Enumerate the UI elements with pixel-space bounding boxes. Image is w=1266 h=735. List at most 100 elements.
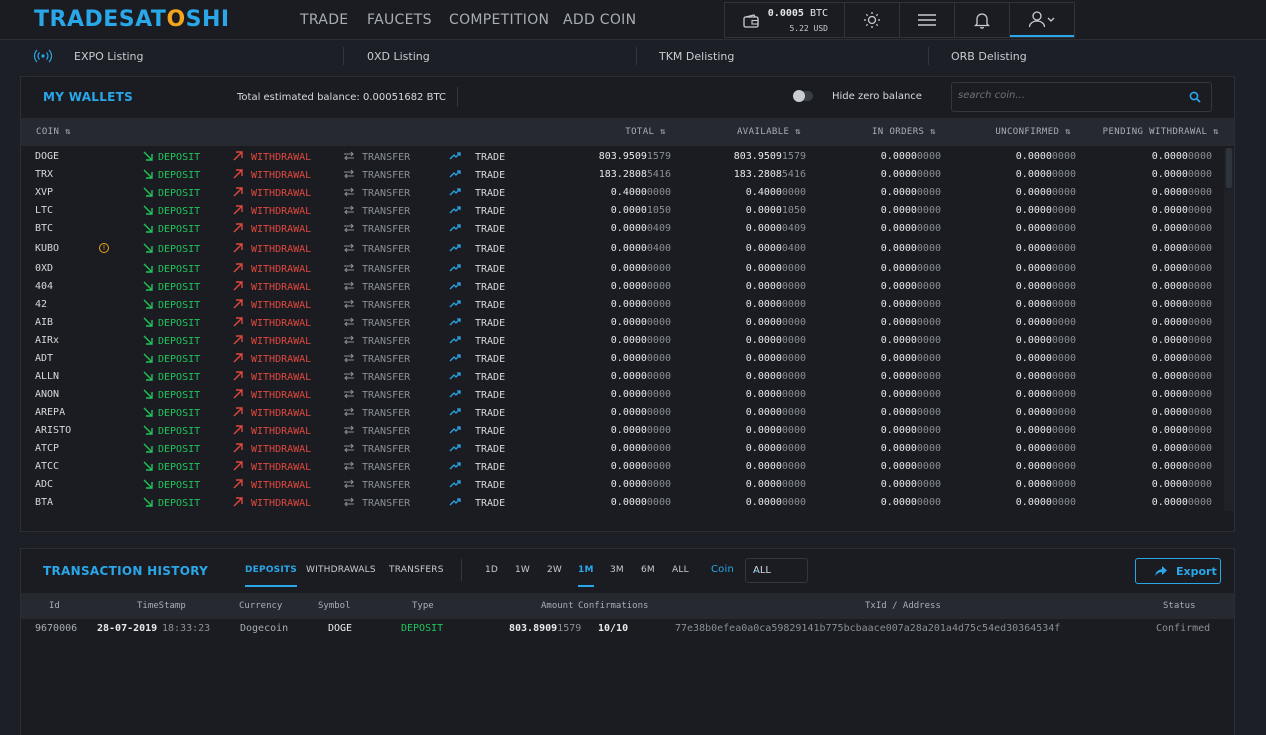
transfer-link[interactable]: TRANSFER [343, 353, 410, 365]
ticker-item-orb[interactable]: ORB Delisting [951, 50, 1027, 63]
balance-button[interactable]: 0.0005 BTC 5.22 USD [725, 3, 845, 37]
trade-link[interactable]: TRADE [449, 263, 505, 275]
deposit-link[interactable]: DEPOSIT [143, 205, 200, 217]
theme-toggle-button[interactable] [845, 3, 900, 37]
period-1w[interactable]: 1W [515, 565, 530, 575]
period-2w[interactable]: 2W [547, 565, 562, 575]
col-coin[interactable]: COIN ⇅ [36, 127, 71, 137]
search-icon[interactable] [1189, 91, 1201, 103]
notifications-button[interactable] [955, 3, 1010, 37]
search-input[interactable] [958, 90, 1178, 101]
deposit-link[interactable]: DEPOSIT [143, 169, 200, 181]
ticker-item-tkm[interactable]: TKM Delisting [659, 50, 734, 63]
withdrawal-link[interactable]: WITHDRAWAL [233, 497, 311, 509]
nav-trade[interactable]: TRADE [300, 12, 348, 28]
transfer-link[interactable]: TRANSFER [343, 407, 410, 419]
deposit-link[interactable]: DEPOSIT [143, 479, 200, 491]
deposit-link[interactable]: DEPOSIT [143, 497, 200, 509]
transfer-link[interactable]: TRANSFER [343, 299, 410, 311]
wallet-scrollbar[interactable] [1224, 148, 1234, 511]
trade-link[interactable]: TRADE [449, 187, 505, 199]
trade-link[interactable]: TRADE [449, 389, 505, 401]
trade-link[interactable]: TRADE [449, 281, 505, 293]
withdrawal-link[interactable]: WITHDRAWAL [233, 299, 311, 311]
deposit-link[interactable]: DEPOSIT [143, 151, 200, 163]
withdrawal-link[interactable]: WITHDRAWAL [233, 151, 311, 163]
withdrawal-link[interactable]: WITHDRAWAL [233, 371, 311, 383]
trade-link[interactable]: TRADE [449, 299, 505, 311]
transfer-link[interactable]: TRANSFER [343, 443, 410, 455]
trade-link[interactable]: TRADE [449, 169, 505, 181]
transfer-link[interactable]: TRANSFER [343, 335, 410, 347]
transfer-link[interactable]: TRANSFER [343, 461, 410, 473]
deposit-link[interactable]: DEPOSIT [143, 263, 200, 275]
scrollbar-thumb[interactable] [1226, 148, 1232, 188]
withdrawal-link[interactable]: WITHDRAWAL [233, 243, 311, 255]
period-3m[interactable]: 3M [610, 565, 624, 575]
deposit-link[interactable]: DEPOSIT [143, 389, 200, 401]
trade-link[interactable]: TRADE [449, 479, 505, 491]
trade-link[interactable]: TRADE [449, 425, 505, 437]
trade-link[interactable]: TRADE [449, 353, 505, 365]
trade-link[interactable]: TRADE [449, 335, 505, 347]
transfer-link[interactable]: TRANSFER [343, 479, 410, 491]
withdrawal-link[interactable]: WITHDRAWAL [233, 479, 311, 491]
deposit-link[interactable]: DEPOSIT [143, 317, 200, 329]
ticker-item-0xd[interactable]: 0XD Listing [367, 50, 430, 63]
deposit-link[interactable]: DEPOSIT [143, 461, 200, 473]
trade-link[interactable]: TRADE [449, 497, 505, 509]
deposit-link[interactable]: DEPOSIT [143, 187, 200, 199]
transfer-link[interactable]: TRANSFER [343, 425, 410, 437]
hide-zero-toggle[interactable] [793, 90, 813, 102]
col-total[interactable]: TOTAL ⇅ [625, 127, 666, 137]
ticker-item-expo[interactable]: EXPO Listing [74, 50, 144, 63]
transfer-link[interactable]: TRANSFER [343, 317, 410, 329]
period-6m[interactable]: 6M [641, 565, 655, 575]
withdrawal-link[interactable]: WITHDRAWAL [233, 187, 311, 199]
nav-competition[interactable]: COMPETITION [449, 12, 549, 28]
trade-link[interactable]: TRADE [449, 223, 505, 235]
deposit-link[interactable]: DEPOSIT [143, 371, 200, 383]
withdrawal-link[interactable]: WITHDRAWAL [233, 443, 311, 455]
period-1d[interactable]: 1D [485, 565, 498, 575]
transfer-link[interactable]: TRANSFER [343, 205, 410, 217]
transfer-link[interactable]: TRANSFER [343, 389, 410, 401]
withdrawal-link[interactable]: WITHDRAWAL [233, 281, 311, 293]
tab-transfers[interactable]: TRANSFERS [389, 565, 444, 575]
transfer-link[interactable]: TRANSFER [343, 497, 410, 509]
trade-link[interactable]: TRADE [449, 371, 505, 383]
withdrawal-link[interactable]: WITHDRAWAL [233, 169, 311, 181]
logo[interactable]: TRADESATOSHI [34, 7, 230, 32]
deposit-link[interactable]: DEPOSIT [143, 353, 200, 365]
transfer-link[interactable]: TRANSFER [343, 151, 410, 163]
transfer-link[interactable]: TRANSFER [343, 187, 410, 199]
menu-button[interactable] [900, 3, 955, 37]
col-pending-withdrawal[interactable]: PENDING WITHDRAWAL ⇅ [1103, 127, 1219, 137]
transfer-link[interactable]: TRANSFER [343, 281, 410, 293]
deposit-link[interactable]: DEPOSIT [143, 281, 200, 293]
trade-link[interactable]: TRADE [449, 317, 505, 329]
withdrawal-link[interactable]: WITHDRAWAL [233, 223, 311, 235]
withdrawal-link[interactable]: WITHDRAWAL [233, 263, 311, 275]
col-in-orders[interactable]: IN ORDERS ⇅ [872, 127, 936, 137]
period-all[interactable]: ALL [672, 565, 689, 575]
withdrawal-link[interactable]: WITHDRAWAL [233, 389, 311, 401]
period-1m[interactable]: 1M [578, 565, 594, 587]
tx-row[interactable]: 9670006 28-07-2019 18:33:23 Dogecoin DOG… [21, 621, 1234, 639]
transfer-link[interactable]: TRANSFER [343, 371, 410, 383]
nav-add-coin[interactable]: ADD COIN [563, 12, 636, 28]
withdrawal-link[interactable]: WITHDRAWAL [233, 461, 311, 473]
trade-link[interactable]: TRADE [449, 243, 505, 255]
withdrawal-link[interactable]: WITHDRAWAL [233, 425, 311, 437]
trade-link[interactable]: TRADE [449, 407, 505, 419]
transfer-link[interactable]: TRANSFER [343, 263, 410, 275]
nav-faucets[interactable]: FAUCETS [367, 12, 432, 28]
deposit-link[interactable]: DEPOSIT [143, 425, 200, 437]
tx-txid[interactable]: 77e38b0efea0a0ca59829141b775bcbaace007a2… [675, 623, 1060, 634]
tab-withdrawals[interactable]: WITHDRAWALS [306, 565, 376, 575]
trade-link[interactable]: TRADE [449, 461, 505, 473]
col-unconfirmed[interactable]: UNCONFIRMED ⇅ [995, 127, 1071, 137]
withdrawal-link[interactable]: WITHDRAWAL [233, 205, 311, 217]
deposit-link[interactable]: DEPOSIT [143, 243, 200, 255]
trade-link[interactable]: TRADE [449, 205, 505, 217]
